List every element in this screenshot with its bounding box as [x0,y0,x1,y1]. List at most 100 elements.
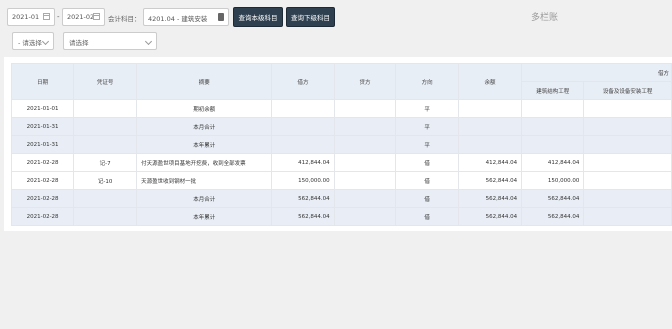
header-summary: 摘要 [136,63,273,100]
table-row: 2021-02-28 本年累计 562,844.04 借 562,844.04 562,8… [10,207,672,226]
direction-cell: 平 [395,99,459,118]
balance-cell: 562,844.04 [457,171,523,190]
direction-cell: 平 [395,135,459,154]
credit-cell [333,153,397,172]
account-label: 会计科目： [108,15,141,23]
credit-cell [333,189,397,208]
balance-cell: 562,844.04 [457,207,523,226]
summary-cell: 本月合计 [136,189,273,208]
ledger-table: 日期 凭证号 摘要 借方 贷方 方向 余额 借方 建筑结构工程 设备及设备安装工… [10,63,672,226]
calendar-icon[interactable] [43,13,50,20]
voucher-cell [73,189,138,208]
balance-cell: 412,844.04 [457,153,523,172]
balance-cell [457,135,523,154]
building-structure-cell [521,117,585,136]
debit-cell [271,135,335,154]
chevron-down-icon [144,37,153,46]
debit-cell: 562,844.04 [271,207,335,226]
header-date: 日期 [10,63,75,100]
page-title: 多栏账 [531,13,559,23]
summary-cell: 天源盈世收到钢材一批 [136,171,273,190]
equipment-install-cell [583,117,672,136]
debit-cell: 150,000.00 [271,171,335,190]
table-row: 2021-02-28 记-7 付天源盈世项目基地开挖费，收到全部发票 412,844.… [10,153,672,172]
credit-cell [333,207,397,226]
direction-cell: 借 [395,171,459,190]
building-structure-cell: 412,844.04 [521,153,585,172]
date-cell: 2021-01-31 [10,117,75,136]
building-structure-cell: 562,844.04 [521,189,585,208]
voucher-cell: 记-10 [73,171,138,190]
header-debit-group: 借方 [521,63,672,82]
header-balance: 余额 [457,63,523,100]
table-row: 2021-01-01 期初余额 平 [10,99,672,118]
chevron-down-icon [41,37,50,46]
balance-cell: 562,844.04 [457,189,523,208]
credit-cell [333,171,397,190]
credit-cell [333,117,397,136]
account-input[interactable]: 4201.04 - 建筑安装 [143,8,229,26]
summary-cell: 本年累计 [136,207,273,226]
summary-cell: 本月合计 [136,117,273,136]
header-direction: 方向 [395,63,459,100]
header-building-structure: 建筑结构工程 [521,81,585,100]
debit-cell [271,99,335,118]
query-sub-level-button[interactable]: 查询下级科目 [286,7,335,27]
direction-cell: 借 [395,207,459,226]
date-cell: 2021-01-01 [10,99,75,118]
voucher-cell [73,117,138,136]
balance-cell [457,117,523,136]
building-structure-cell: 150,000.00 [521,171,585,190]
header-equipment-install: 设备及设备安装工程 [583,81,672,100]
date-separator: - [57,13,60,21]
summary-cell: 期初余额 [136,99,273,118]
filter-select-2[interactable]: 请选择 [63,32,157,50]
filter-select-1[interactable]: - 请选择 [12,32,54,50]
voucher-cell [73,135,138,154]
equipment-install-cell [583,189,672,208]
ledger-panel: 日期 凭证号 摘要 借方 贷方 方向 余额 借方 建筑结构工程 设备及设备安装工… [4,57,672,231]
credit-cell [333,99,397,118]
select-2-value: 请选择 [69,39,89,47]
end-date-input[interactable]: 2021-02 [62,8,105,26]
filter-bar: 2021-01 - 2021-02 会计科目： 4201.04 - 建筑安装 查… [0,0,672,57]
equipment-install-cell [583,153,672,172]
voucher-cell [73,207,138,226]
start-date-value: 2021-01 [12,13,40,21]
date-cell: 2021-02-28 [10,189,75,208]
date-cell: 2021-02-28 [10,171,75,190]
equipment-install-cell [583,99,672,118]
query-current-level-button[interactable]: 查询本级科目 [233,7,283,27]
summary-cell: 付天源盈世项目基地开挖费，收到全部发票 [136,153,273,172]
book-icon[interactable] [218,13,224,21]
equipment-install-cell [583,207,672,226]
direction-cell: 借 [395,153,459,172]
equipment-install-cell [583,171,672,190]
table-row: 2021-01-31 本年累计 平 [10,135,672,154]
direction-cell: 平 [395,117,459,136]
summary-cell: 本年累计 [136,135,273,154]
end-date-value: 2021-02 [67,13,95,21]
debit-cell: 562,844.04 [271,189,335,208]
header-debit: 借方 [271,63,335,100]
direction-cell: 借 [395,189,459,208]
date-cell: 2021-01-31 [10,135,75,154]
header-voucher: 凭证号 [73,63,138,100]
voucher-cell [73,99,138,118]
select-1-value: - 请选择 [18,39,42,47]
calendar-icon[interactable] [93,13,100,20]
building-structure-cell [521,135,585,154]
start-date-input[interactable]: 2021-01 [7,8,55,26]
equipment-install-cell [583,135,672,154]
table-row: 2021-01-31 本月合计 平 [10,117,672,136]
date-cell: 2021-02-28 [10,153,75,172]
table-row: 2021-02-28 记-10 天源盈世收到钢材一批 150,000.00 借 562,8… [10,171,672,190]
account-value: 4201.04 - 建筑安装 [148,15,208,23]
building-structure-cell: 562,844.04 [521,207,585,226]
credit-cell [333,135,397,154]
table-row: 2021-02-28 本月合计 562,844.04 借 562,844.04 562,8… [10,189,672,208]
voucher-cell: 记-7 [73,153,138,172]
debit-cell [271,117,335,136]
building-structure-cell [521,99,585,118]
debit-cell: 412,844.04 [271,153,335,172]
